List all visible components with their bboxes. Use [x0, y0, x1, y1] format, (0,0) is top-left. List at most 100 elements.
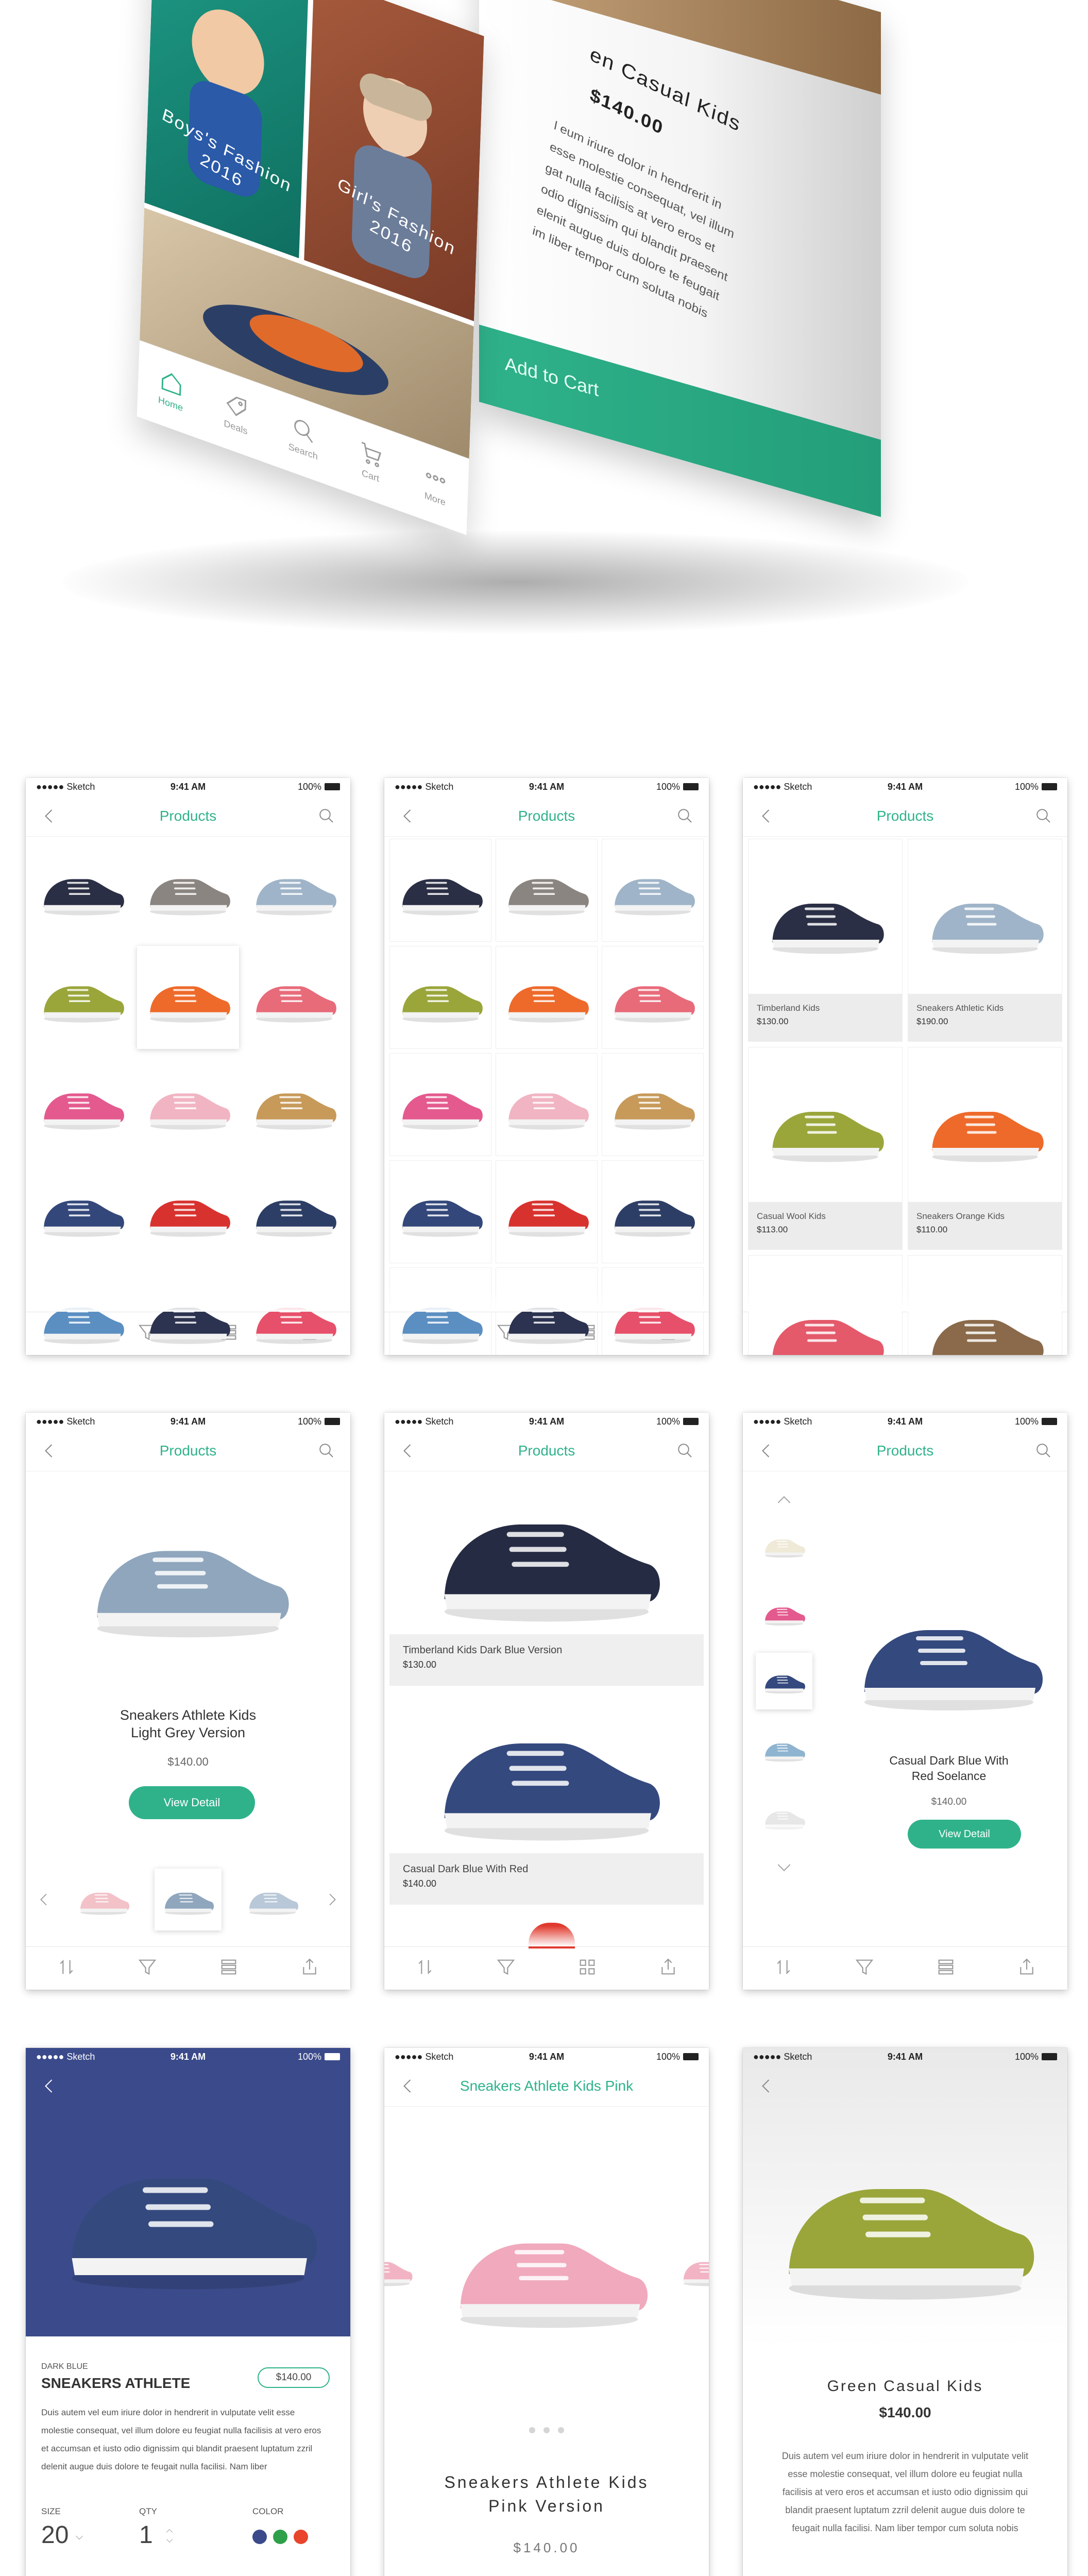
share-button[interactable]: [658, 1957, 678, 1980]
view-toggle-button[interactable]: [936, 1957, 956, 1980]
product-cell[interactable]: [496, 946, 598, 1049]
back-button[interactable]: [757, 1442, 776, 1460]
tab-deals[interactable]: Deals: [224, 391, 249, 437]
sort-button[interactable]: [773, 1957, 794, 1980]
product-cell[interactable]: [243, 1053, 345, 1156]
view-detail-button[interactable]: View Detail: [908, 1820, 1021, 1849]
product-list-card[interactable]: Casual Dark Blue With Red $140.00: [389, 1693, 704, 1905]
product-cell[interactable]: [389, 839, 491, 942]
page-dot[interactable]: [529, 2427, 535, 2433]
carousel-thumbnail[interactable]: [155, 1869, 222, 1930]
vertical-thumbnail[interactable]: [756, 1789, 812, 1845]
shoe-icon: [789, 2189, 1034, 2300]
search-button[interactable]: [317, 807, 336, 825]
back-arrow-icon: [45, 809, 53, 823]
girls-fashion-banner[interactable]: Girl's Fashion 2016: [304, 0, 484, 321]
carousel-prev-button[interactable]: [36, 1891, 53, 1908]
product-cell[interactable]: [496, 1053, 598, 1156]
next-product-peek[interactable]: [678, 2218, 709, 2321]
vertical-thumbnail[interactable]: [756, 1653, 812, 1709]
back-button[interactable]: [757, 2077, 776, 2095]
product-cell[interactable]: [137, 1160, 239, 1263]
product-cell[interactable]: [137, 839, 239, 942]
product-cell[interactable]: [31, 946, 133, 1049]
product-cell[interactable]: [243, 839, 345, 942]
view-detail-button[interactable]: View Detail: [129, 1786, 255, 1819]
product-cell[interactable]: [389, 1160, 491, 1263]
back-button[interactable]: [757, 807, 776, 825]
search-button[interactable]: [1034, 1442, 1053, 1460]
product-cell[interactable]: [602, 839, 704, 942]
scroll-up-button[interactable]: [774, 1490, 794, 1505]
search-button[interactable]: [676, 807, 694, 825]
page-dot[interactable]: [558, 2427, 564, 2433]
tab-search[interactable]: Search: [288, 414, 319, 463]
tab-more[interactable]: More: [423, 462, 448, 509]
product-card[interactable]: Casual Wool Kids $113.00: [748, 1047, 903, 1250]
product-cell[interactable]: [496, 839, 598, 942]
back-button[interactable]: [399, 807, 417, 825]
add-to-cart-button[interactable]: Add to Cart: [479, 325, 881, 517]
color-swatch[interactable]: [273, 2530, 287, 2544]
prev-product-peek[interactable]: [384, 2218, 415, 2321]
product-cell[interactable]: [31, 1053, 133, 1156]
product-cell[interactable]: [137, 1053, 239, 1156]
chevron-down-icon: [76, 2535, 83, 2540]
filter-button[interactable]: [854, 1957, 875, 1980]
product-cell[interactable]: [243, 946, 345, 1049]
back-button[interactable]: [40, 807, 59, 825]
vertical-thumbnail[interactable]: [756, 1721, 812, 1777]
shoe-icon: [256, 1093, 336, 1130]
screen-product-detail-green: ●●●●● Sketch 9:41 AM 100% Green Casual Kid…: [743, 2048, 1067, 2576]
product-cell[interactable]: [137, 946, 239, 1049]
page-dot[interactable]: [543, 2427, 550, 2433]
sort-button[interactable]: [56, 1957, 77, 1980]
product-card[interactable]: Sneakers Athletic Kids $190.00: [908, 839, 1062, 1042]
carousel-next-button[interactable]: [324, 1891, 340, 1908]
product-card[interactable]: Sneakers Orange Kids $110.00: [908, 1047, 1062, 1250]
search-button[interactable]: [676, 1442, 694, 1460]
product-cell[interactable]: [31, 839, 133, 942]
product-cell[interactable]: [602, 1160, 704, 1263]
product-cell[interactable]: [31, 1160, 133, 1263]
back-button[interactable]: [40, 1442, 59, 1460]
product-cell[interactable]: [602, 946, 704, 1049]
qty-decrease[interactable]: [164, 2535, 175, 2545]
vertical-thumbnail[interactable]: [756, 1517, 812, 1573]
qty-increase[interactable]: [164, 2526, 175, 2535]
product-cell[interactable]: [496, 1160, 598, 1263]
qty-stepper[interactable]: 1: [139, 2521, 175, 2549]
product-cell[interactable]: [389, 1053, 491, 1156]
sort-button[interactable]: [415, 1957, 435, 1980]
carousel-thumbnail[interactable]: [239, 1869, 306, 1930]
back-button[interactable]: [40, 2077, 59, 2095]
back-button[interactable]: [399, 1442, 417, 1460]
share-button[interactable]: [299, 1957, 320, 1980]
search-button[interactable]: [1034, 807, 1053, 825]
shoe-image: [394, 1181, 487, 1243]
share-button[interactable]: [1016, 1957, 1037, 1980]
filter-button[interactable]: [496, 1957, 516, 1980]
scroll-down-button[interactable]: [774, 1857, 794, 1872]
featured-product-price: $140.00: [931, 1797, 967, 1807]
search-button[interactable]: [317, 1442, 336, 1460]
status-bar: ●●●●● Sketch 9:41 AM 100%: [743, 1413, 1067, 1430]
product-cell[interactable]: [389, 946, 491, 1049]
product-list-card[interactable]: Timberland Kids Dark Blue Version $130.00: [389, 1475, 704, 1686]
product-card[interactable]: Timberland Kids $130.00: [748, 839, 903, 1042]
view-toggle-button[interactable]: [577, 1957, 598, 1980]
back-button[interactable]: [399, 2077, 417, 2095]
product-cell[interactable]: [243, 1160, 345, 1263]
tab-cart[interactable]: Cart: [359, 439, 384, 486]
color-swatch[interactable]: [294, 2530, 308, 2544]
vertical-thumbnail[interactable]: [756, 1585, 812, 1641]
color-swatch[interactable]: [252, 2530, 267, 2544]
product-description: Duis autem vel eum iriure dolor in hendr…: [41, 2408, 321, 2471]
carousel-thumbnail[interactable]: [70, 1869, 137, 1930]
size-select[interactable]: 20: [41, 2521, 85, 2549]
back-arrow-icon: [762, 2079, 770, 2093]
product-cell[interactable]: [602, 1053, 704, 1156]
filter-button[interactable]: [137, 1957, 158, 1980]
tab-home[interactable]: Home: [158, 367, 184, 414]
view-toggle-button[interactable]: [218, 1957, 239, 1980]
